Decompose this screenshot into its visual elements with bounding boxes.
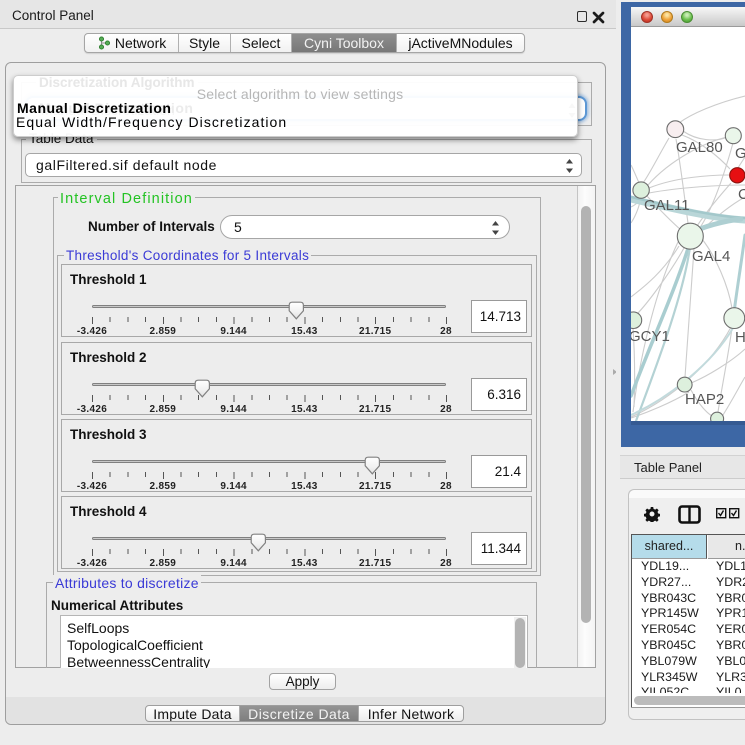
svg-text:H: H <box>735 329 745 346</box>
svg-text:HAP2: HAP2 <box>685 391 724 408</box>
svg-text:GCY1: GCY1 <box>631 328 670 345</box>
svg-text:GA: GA <box>735 145 745 162</box>
svg-text:GAL4: GAL4 <box>692 248 730 265</box>
svg-text:GAL80: GAL80 <box>676 139 723 156</box>
svg-text:GAL11: GAL11 <box>644 197 690 214</box>
svg-text:C: C <box>738 186 745 203</box>
